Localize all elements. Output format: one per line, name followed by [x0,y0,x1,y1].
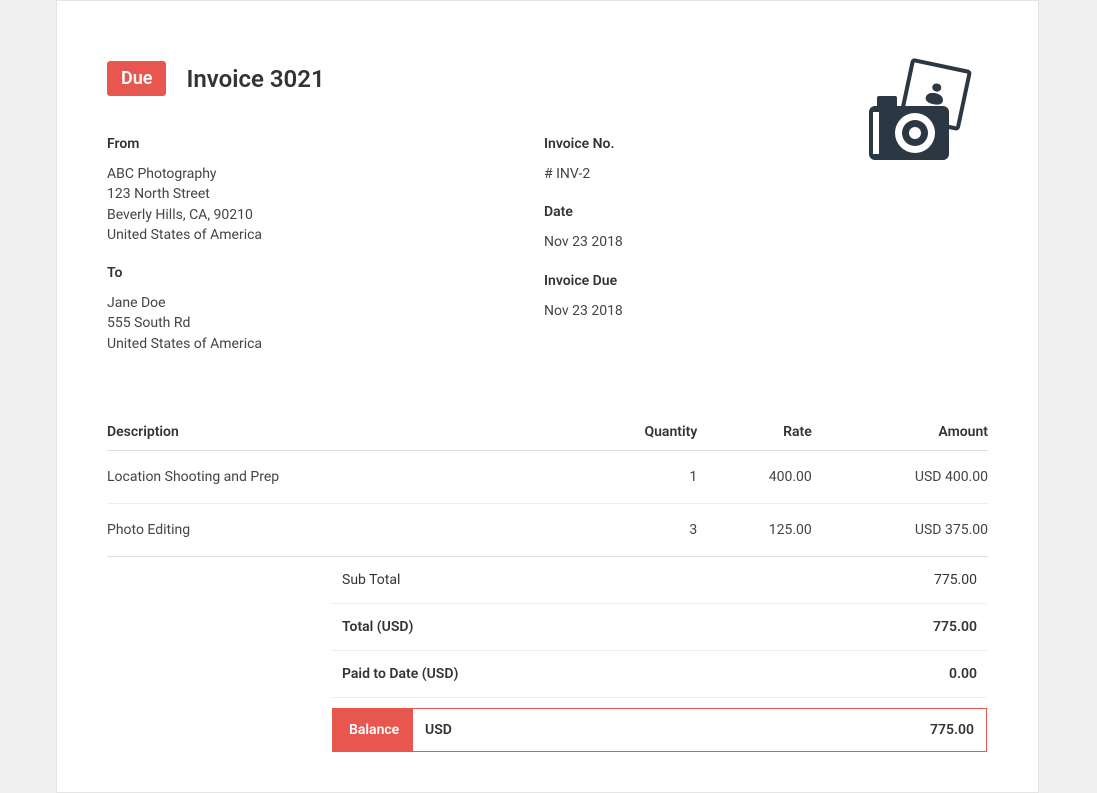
table-row: Photo Editing 3 125.00 USD 375.00 [107,504,988,557]
balance-row: Balance USD 775.00 [332,708,987,752]
totals-section: Sub Total 775.00 Total (USD) 775.00 Paid… [332,557,987,752]
col-quantity: Quantity [592,414,698,451]
paid-row: Paid to Date (USD) 0.00 [332,651,987,698]
invoice-card: Due Invoice 3021 [56,0,1039,793]
subtotal-row: Sub Total 775.00 [332,557,987,604]
total-value: 775.00 [933,619,977,635]
to-block: To Jane Doe 555 South Rd United States o… [107,265,544,354]
date-block: Date Nov 23 2018 [544,204,844,252]
from-block: From ABC Photography 123 North Street Be… [107,136,544,245]
company-logo [863,56,988,166]
status-badge: Due [107,61,166,96]
from-country: United States of America [107,225,544,245]
due-block: Invoice Due Nov 23 2018 [544,273,844,321]
item-rate: 400.00 [697,451,812,504]
item-amount: USD 375.00 [812,504,988,557]
paid-label: Paid to Date (USD) [342,666,458,682]
table-row: Location Shooting and Prep 1 400.00 USD … [107,451,988,504]
to-country: United States of America [107,334,544,354]
from-line1: 123 North Street [107,184,544,204]
subtotal-label: Sub Total [342,572,400,588]
invoice-no-block: Invoice No. # INV-2 [544,136,844,184]
item-description: Location Shooting and Prep [107,451,592,504]
balance-currency: USD [413,709,464,751]
balance-amount: 775.00 [918,709,986,751]
subtotal-value: 775.00 [934,572,977,588]
invoice-no-label: Invoice No. [544,136,844,152]
balance-label: Balance [333,709,413,751]
item-quantity: 1 [592,451,698,504]
paid-value: 0.00 [949,666,977,682]
col-rate: Rate [697,414,812,451]
item-amount: USD 400.00 [812,451,988,504]
total-label: Total (USD) [342,619,413,635]
invoice-no-value: # INV-2 [544,164,844,184]
from-label: From [107,136,544,152]
to-name: Jane Doe [107,293,544,313]
camera-icon [863,56,988,166]
invoice-title: Invoice 3021 [186,65,324,93]
to-line1: 555 South Rd [107,313,544,333]
item-quantity: 3 [592,504,698,557]
to-label: To [107,265,544,281]
due-label: Invoice Due [544,273,844,289]
from-line2: Beverly Hills, CA, 90210 [107,205,544,225]
item-description: Photo Editing [107,504,592,557]
date-label: Date [544,204,844,220]
from-name: ABC Photography [107,164,544,184]
total-row: Total (USD) 775.00 [332,604,987,651]
col-description: Description [107,414,592,451]
invoice-header: Due Invoice 3021 [107,61,988,96]
line-items-table: Description Quantity Rate Amount Locatio… [107,414,988,557]
item-rate: 125.00 [697,504,812,557]
col-amount: Amount [812,414,988,451]
due-value: Nov 23 2018 [544,301,844,321]
date-value: Nov 23 2018 [544,232,844,252]
